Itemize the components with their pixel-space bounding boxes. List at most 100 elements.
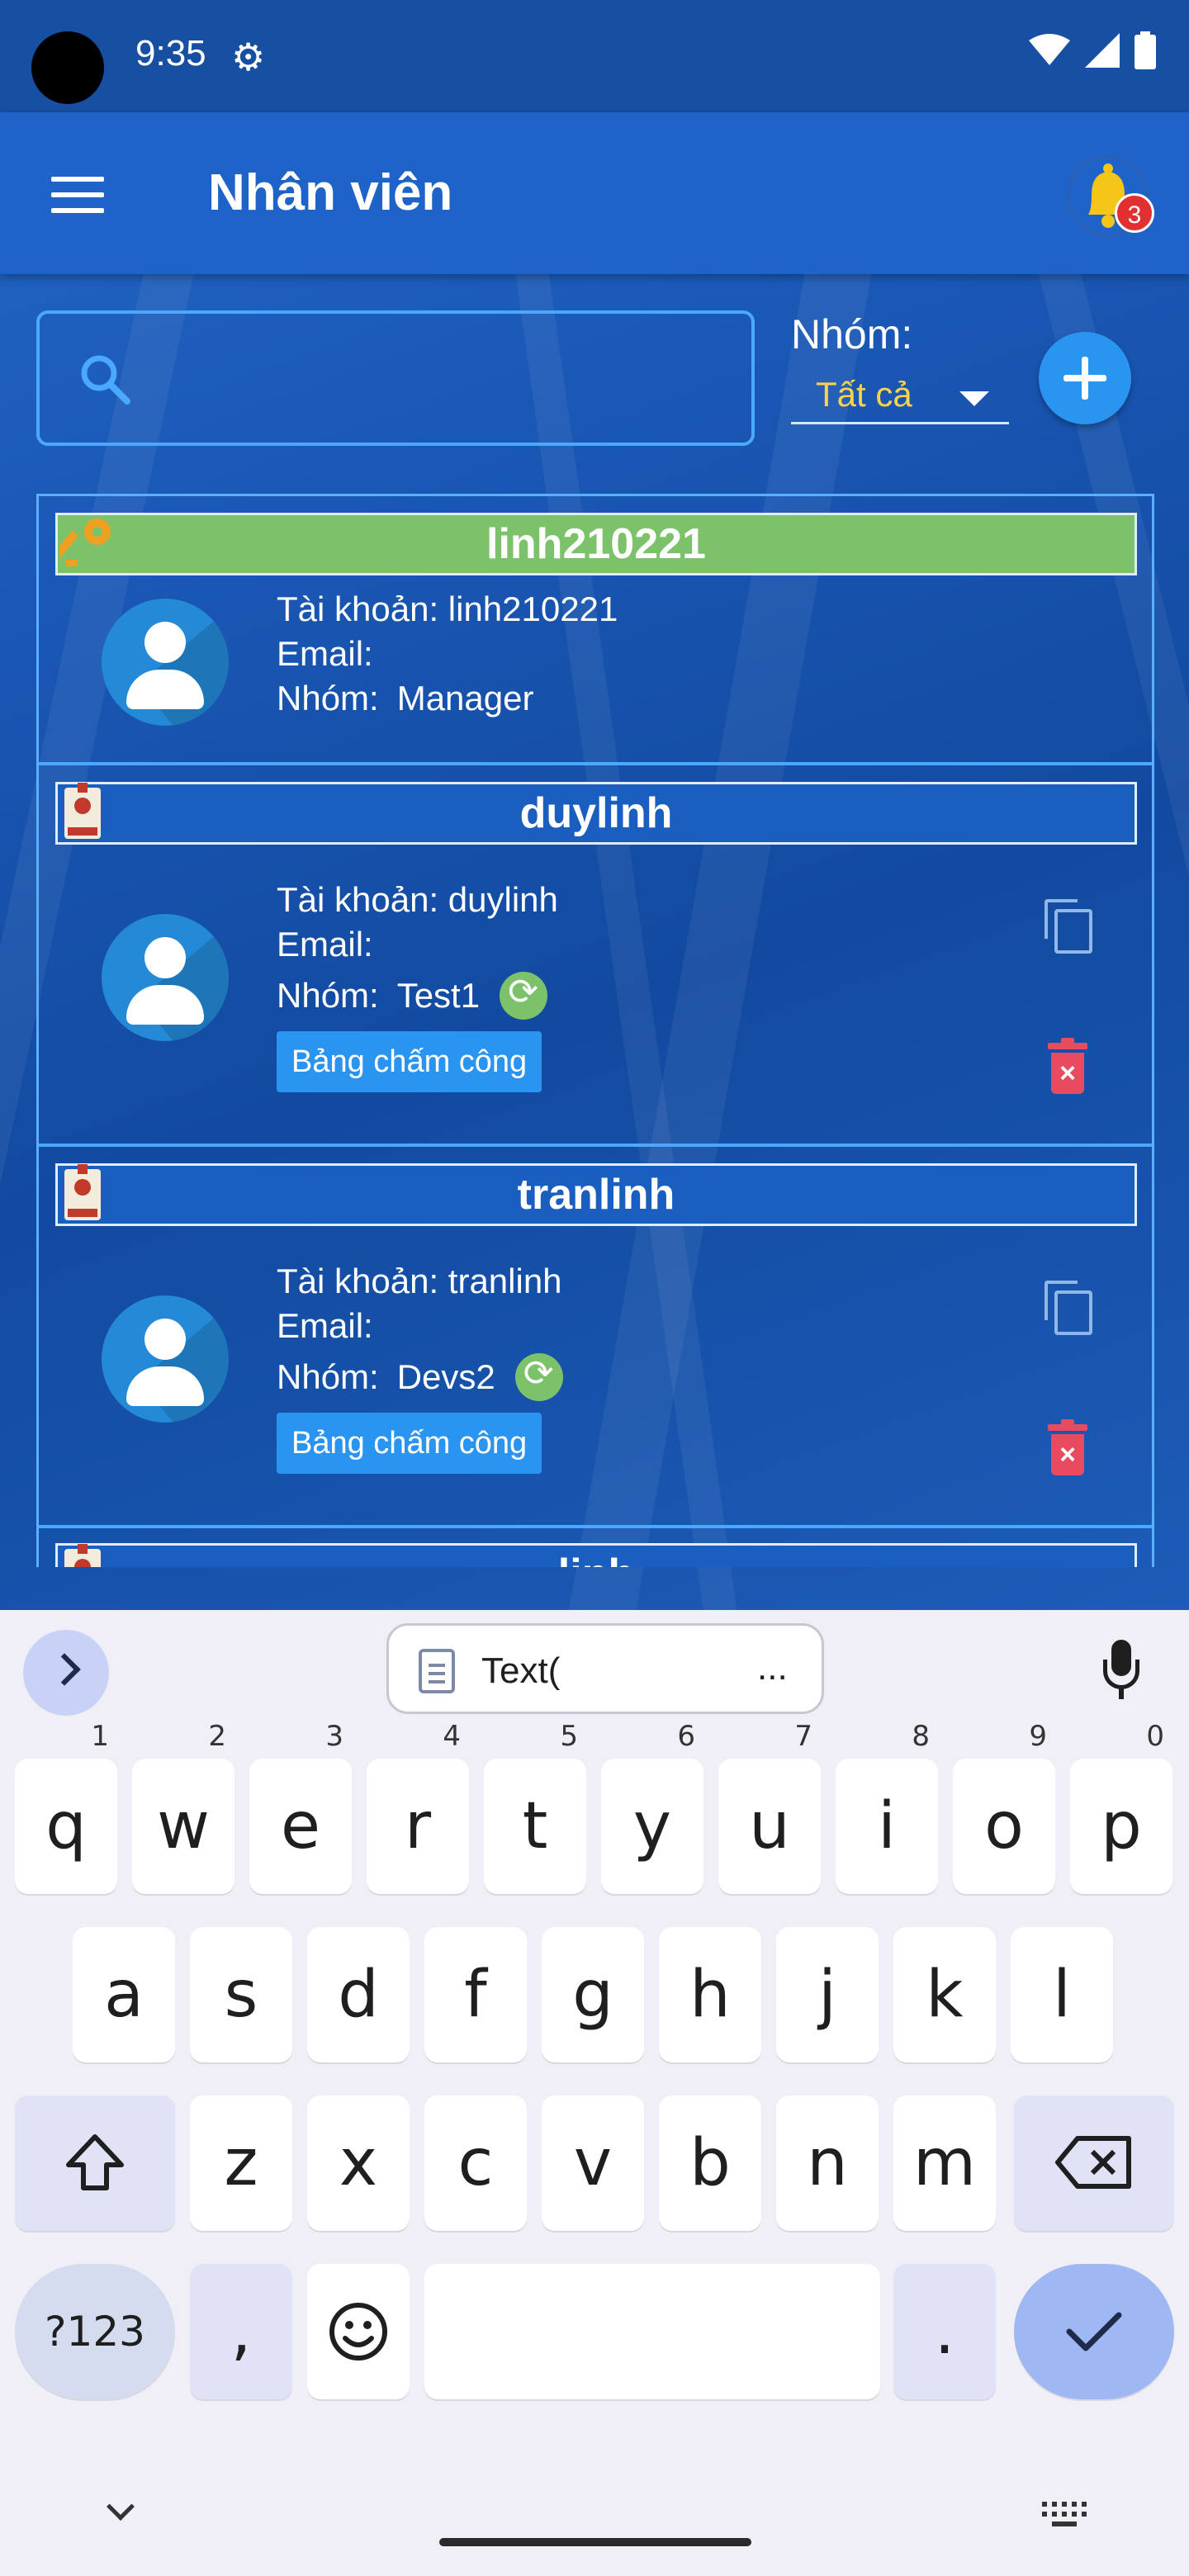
search-box[interactable] [36, 310, 755, 446]
employee-username: tranlinh [517, 1171, 675, 1219]
timesheet-button[interactable]: Bảng chấm công [277, 1031, 542, 1092]
key-s[interactable]: s [190, 1927, 292, 2062]
key-k[interactable]: k [893, 1927, 996, 2062]
key-u[interactable]: u7 [718, 1722, 821, 1894]
delete-icon[interactable]: × [1048, 1419, 1087, 1475]
employee-info: Tài khoản: tranlinh Email: Nhóm: Devs2 B… [277, 1259, 563, 1474]
status-time: 9:35 [135, 33, 206, 73]
symbols-key[interactable]: ?123 [15, 2264, 175, 2399]
comma-key[interactable]: , [190, 2264, 292, 2399]
key-d[interactable]: d [307, 1927, 410, 2062]
settings-status-icon: ⚙ [231, 36, 266, 78]
sync-icon[interactable] [500, 970, 548, 1020]
employee-username: linh [558, 1550, 634, 1567]
group-line: Nhóm: Devs2 [277, 1352, 563, 1401]
key-z[interactable]: z [190, 2095, 292, 2231]
home-indicator[interactable] [439, 2538, 751, 2546]
menu-icon[interactable] [51, 177, 104, 213]
employee-list[interactable]: linh210221 Tài khoản: linh210221 Email: … [36, 494, 1154, 1567]
key-j[interactable]: j [776, 1927, 879, 2062]
key-x[interactable]: x [307, 2095, 410, 2231]
employee-card[interactable]: duylinh Tài khoản: duylinh Email: Nhóm: … [39, 765, 1152, 1147]
dropdown-caret-icon [959, 391, 989, 406]
hide-keyboard-icon[interactable] [107, 2493, 135, 2521]
space-key[interactable] [424, 2264, 880, 2399]
key-n[interactable]: n [776, 2095, 879, 2231]
notification-badge: 3 [1115, 193, 1154, 233]
group-value: Test1 [396, 976, 481, 1015]
account-line: Tài khoản: tranlinh [277, 1262, 562, 1300]
employee-card-header: tranlinh [55, 1163, 1137, 1226]
wifi-icon [1029, 34, 1070, 65]
period-key[interactable]: . [893, 2264, 996, 2399]
delete-icon[interactable]: × [1048, 1038, 1087, 1094]
key-r[interactable]: r4 [367, 1722, 469, 1894]
employee-card-header: linh [55, 1543, 1137, 1567]
status-icons [1029, 31, 1156, 69]
group-value: Manager [396, 679, 534, 717]
key-y[interactable]: y6 [601, 1722, 703, 1894]
timesheet-button[interactable]: Bảng chấm công [277, 1413, 542, 1474]
staff-badge-icon [64, 1544, 101, 1567]
sync-icon[interactable] [514, 1352, 563, 1401]
group-prefix: Nhóm: [277, 1357, 379, 1396]
key-a[interactable]: a [73, 1927, 175, 2062]
staff-badge-icon [64, 783, 101, 839]
clipboard-suggestion[interactable]: Text( ... [386, 1623, 824, 1714]
group-filter-value: Tất cả [816, 375, 912, 414]
microphone-icon[interactable] [1101, 1640, 1141, 1706]
backspace-key[interactable] [1014, 2095, 1174, 2231]
key-i[interactable]: i8 [836, 1722, 938, 1894]
signal-icon [1085, 33, 1120, 68]
key-q[interactable]: q1 [15, 1722, 117, 1894]
employee-card[interactable]: linh210221 Tài khoản: linh210221 Email: … [39, 496, 1152, 765]
shift-key[interactable] [15, 2095, 175, 2231]
avatar [102, 599, 229, 726]
group-line: Nhóm: Test1 [277, 970, 558, 1020]
status-bar: 9:35 ⚙ [0, 0, 1189, 112]
group-value: Devs2 [396, 1357, 495, 1396]
key-w[interactable]: w2 [132, 1722, 234, 1894]
employee-card-header: linh210221 [55, 513, 1137, 575]
group-filter-label: Nhóm: [791, 311, 913, 358]
employee-card[interactable]: linh [39, 1528, 1152, 1567]
key-f[interactable]: f [424, 1927, 527, 2062]
add-employee-button[interactable] [1039, 332, 1131, 424]
account-line: Tài khoản: linh210221 [277, 590, 618, 628]
avatar [102, 914, 229, 1041]
emoji-key[interactable] [307, 2264, 410, 2399]
key-l[interactable]: l [1011, 1927, 1113, 2062]
employee-info: Tài khoản: linh210221 Email: Nhóm: Manag… [277, 587, 618, 721]
copy-icon[interactable] [1045, 899, 1092, 954]
key-m[interactable]: m [893, 2095, 996, 2231]
employee-info: Tài khoản: duylinh Email: Nhóm: Test1 Bả… [277, 878, 558, 1092]
key-v[interactable]: v [542, 2095, 644, 2231]
key-g[interactable]: g [542, 1927, 644, 2062]
key-h[interactable]: h [659, 1927, 761, 2062]
key-e[interactable]: e3 [249, 1722, 352, 1894]
key-icon [59, 519, 111, 566]
employee-card-header: duylinh [55, 782, 1137, 845]
clipboard-text: Text( [481, 1650, 561, 1691]
search-icon [81, 355, 130, 405]
key-b[interactable]: b [659, 2095, 761, 2231]
staff-badge-icon [64, 1164, 101, 1220]
account-line: Tài khoản: duylinh [277, 880, 558, 919]
key-p[interactable]: p0 [1070, 1722, 1172, 1894]
notification-button[interactable]: 3 [1065, 154, 1156, 244]
key-c[interactable]: c [424, 2095, 527, 2231]
group-prefix: Nhóm: [277, 679, 379, 717]
camera-cutout [31, 31, 104, 104]
app-bar: Nhân viên 3 [0, 112, 1189, 274]
key-o[interactable]: o9 [953, 1722, 1055, 1894]
group-filter-select[interactable]: Tất cả [791, 370, 1009, 424]
copy-icon[interactable] [1045, 1281, 1092, 1335]
key-t[interactable]: t5 [484, 1722, 586, 1894]
suggestions-expand-button[interactable] [23, 1630, 109, 1716]
enter-key[interactable] [1014, 2264, 1174, 2399]
employee-username: duylinh [519, 789, 673, 837]
keyboard-switch-icon[interactable] [1042, 2502, 1088, 2528]
employee-card[interactable]: tranlinh Tài khoản: tranlinh Email: Nhóm… [39, 1147, 1152, 1528]
search-input[interactable] [155, 347, 733, 413]
battery-icon [1135, 31, 1156, 69]
